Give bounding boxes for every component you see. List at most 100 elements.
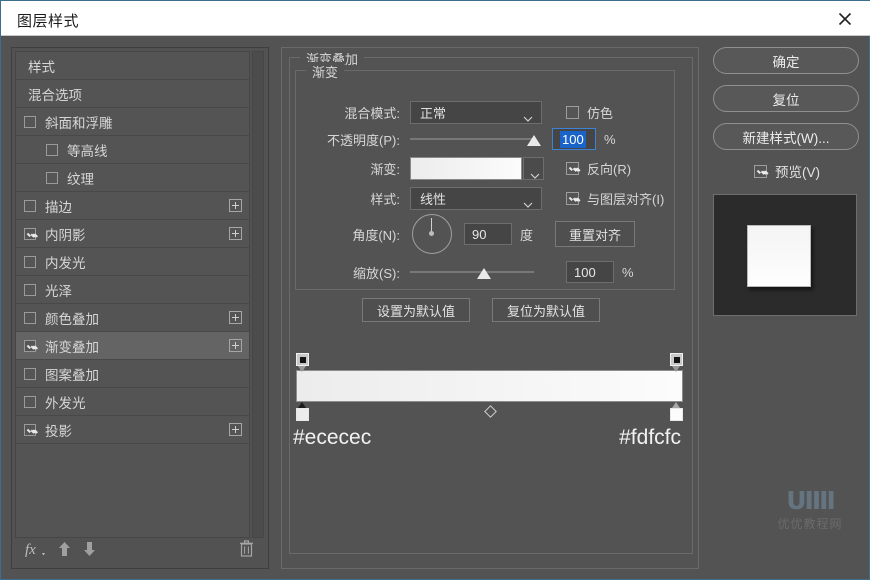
opacity-slider-knob[interactable]	[527, 135, 541, 146]
sidebar-item-1[interactable]: 混合选项	[16, 80, 249, 108]
new-style-button[interactable]: 新建样式(W)...	[713, 123, 859, 150]
close-icon[interactable]	[829, 7, 861, 31]
blend-mode-select[interactable]: 正常	[410, 101, 542, 124]
sidebar-item-8[interactable]: 光泽	[16, 276, 249, 304]
sidebar-item-3[interactable]: 等高线	[16, 136, 249, 164]
scale-input[interactable]: 100	[566, 261, 614, 283]
sidebar-item-checkbox[interactable]	[46, 172, 58, 184]
sidebar-item-2[interactable]: 斜面和浮雕	[16, 108, 249, 136]
gradient-preview-bar[interactable]	[296, 370, 683, 402]
default-buttons-row: 设置为默认值 复位为默认值	[362, 298, 662, 322]
reset-button[interactable]: 复位	[713, 85, 859, 112]
scale-slider-knob[interactable]	[477, 268, 491, 279]
gradient-style-select[interactable]: 线性	[410, 187, 542, 210]
opacity-slider[interactable]	[410, 130, 534, 148]
gradient-style-label: 样式:	[308, 189, 400, 208]
set-default-button[interactable]: 设置为默认值	[362, 298, 470, 322]
gradient-style-value: 线性	[420, 189, 446, 208]
sidebar-item-7[interactable]: 内发光	[16, 248, 249, 276]
preview-swatch	[747, 225, 811, 287]
add-effect-icon[interactable]	[229, 423, 242, 436]
angle-dial-icon[interactable]	[412, 214, 452, 254]
layer-style-dialog: 图层样式 样式混合选项斜面和浮雕等高线纹理描边内阴影内发光光泽颜色叠加渐变叠加图…	[0, 0, 870, 580]
sidebar-item-label: 投影	[45, 420, 72, 440]
angle-unit: 度	[520, 225, 533, 244]
gradient-style-row: 样式: 线性 与图层对齐(I)	[308, 186, 680, 210]
sidebar-item-13[interactable]: 投影	[16, 416, 249, 444]
sidebar-item-5[interactable]: 描边	[16, 192, 249, 220]
sidebar-item-checkbox[interactable]	[24, 368, 36, 380]
stop-arrow	[298, 366, 306, 372]
sidebar-item-11[interactable]: 图案叠加	[16, 360, 249, 388]
sidebar-item-10[interactable]: 渐变叠加	[16, 332, 249, 360]
angle-row: 角度(N): 90 度 重置对齐	[308, 213, 680, 255]
fx-icon[interactable]: fx	[25, 540, 47, 563]
stop-swatch	[670, 408, 683, 421]
add-effect-icon[interactable]	[229, 199, 242, 212]
gradient-opacity-stop-right[interactable]	[670, 353, 683, 366]
preview-checkbox[interactable]: 预览(V)	[713, 161, 861, 181]
arrow-down-icon[interactable]	[82, 541, 97, 562]
styles-scrollbar[interactable]	[252, 51, 264, 538]
sidebar-item-label: 斜面和浮雕	[45, 112, 113, 132]
styles-list[interactable]: 样式混合选项斜面和浮雕等高线纹理描边内阴影内发光光泽颜色叠加渐变叠加图案叠加外发…	[15, 51, 250, 538]
sidebar-item-checkbox[interactable]	[24, 256, 36, 268]
gradient-picker-button[interactable]	[523, 157, 544, 180]
align-layer-checkbox[interactable]: 与图层对齐(I)	[566, 189, 664, 208]
sidebar-item-label: 颜色叠加	[45, 308, 99, 328]
reset-default-button[interactable]: 复位为默认值	[492, 298, 600, 322]
add-effect-icon[interactable]	[229, 339, 242, 352]
trash-icon[interactable]	[239, 540, 254, 562]
scale-slider-track	[410, 271, 534, 273]
opacity-input[interactable]: 100	[552, 128, 596, 150]
sidebar-item-checkbox[interactable]	[24, 312, 36, 324]
sidebar-item-checkbox[interactable]	[24, 116, 36, 128]
scale-slider[interactable]	[410, 263, 534, 281]
dither-checkbox-box	[566, 106, 579, 119]
add-effect-icon[interactable]	[229, 311, 242, 324]
stop-swatch	[296, 353, 309, 366]
sidebar-item-6[interactable]: 内阴影	[16, 220, 249, 248]
sidebar-item-9[interactable]: 颜色叠加	[16, 304, 249, 332]
gradient-color-stop-left[interactable]	[296, 402, 309, 421]
gradient-label: 渐变:	[308, 159, 400, 178]
sidebar-item-label: 内阴影	[45, 224, 86, 244]
sidebar-item-checkbox[interactable]	[24, 424, 36, 436]
sidebar-item-checkbox[interactable]	[24, 200, 36, 212]
title-bar: 图层样式	[1, 1, 870, 36]
sidebar-toolbar: fx	[15, 537, 264, 565]
sidebar-item-checkbox[interactable]	[24, 340, 36, 352]
reverse-checkbox[interactable]: 反向(R)	[566, 159, 631, 178]
gradient-midpoint-marker[interactable]	[484, 405, 497, 418]
sidebar-item-checkbox[interactable]	[24, 228, 36, 240]
sidebar-item-0[interactable]: 样式	[16, 52, 249, 80]
sidebar-item-checkbox[interactable]	[24, 396, 36, 408]
svg-text:fx: fx	[25, 542, 36, 558]
dither-checkbox[interactable]: 仿色	[566, 103, 613, 122]
action-buttons-panel: 确定 复位 新建样式(W)... 预览(V)	[713, 47, 861, 569]
sidebar-item-checkbox[interactable]	[46, 144, 58, 156]
angle-label: 角度(N):	[308, 225, 400, 244]
gradient-color-stop-right[interactable]	[670, 402, 683, 421]
styles-sidebar: 样式混合选项斜面和浮雕等高线纹理描边内阴影内发光光泽颜色叠加渐变叠加图案叠加外发…	[11, 47, 269, 569]
chevron-down-icon	[530, 166, 540, 184]
arrow-up-icon[interactable]	[57, 541, 72, 562]
gradient-editor: #ececec #fdfcfc	[289, 353, 687, 468]
preview-label: 预览(V)	[775, 161, 820, 181]
preview-checkbox-box	[754, 165, 767, 178]
opacity-slider-track	[410, 138, 534, 140]
stop-swatch	[670, 353, 683, 366]
sidebar-item-4[interactable]: 纹理	[16, 164, 249, 192]
sidebar-item-checkbox[interactable]	[24, 284, 36, 296]
preview-thumbnail	[713, 194, 857, 316]
sidebar-item-12[interactable]: 外发光	[16, 388, 249, 416]
angle-input[interactable]: 90	[464, 223, 512, 245]
dither-label: 仿色	[587, 103, 613, 122]
sidebar-item-label: 混合选项	[28, 84, 82, 104]
reset-align-button[interactable]: 重置对齐	[555, 221, 635, 247]
gradient-swatch[interactable]	[410, 157, 522, 180]
gradient-opacity-stop-left[interactable]	[296, 353, 309, 366]
add-effect-icon[interactable]	[229, 227, 242, 240]
align-layer-label: 与图层对齐(I)	[587, 189, 664, 208]
ok-button[interactable]: 确定	[713, 47, 859, 74]
